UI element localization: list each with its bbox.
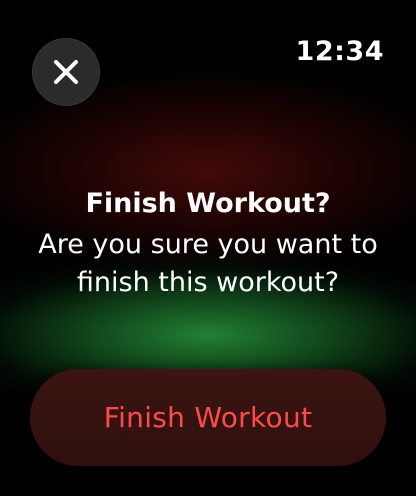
close-icon (54, 60, 78, 84)
status-time: 12:34 (295, 36, 384, 67)
close-button[interactable] (32, 38, 100, 106)
dialog-title: Finish Workout? (85, 188, 331, 219)
confirm-finish-workout-screen: 12:34 Finish Workout? Are you sure you w… (0, 0, 416, 496)
dialog-message: Are you sure you want to finish this wor… (38, 229, 378, 298)
confirmation-dialog: Finish Workout? Are you sure you want to… (0, 186, 416, 302)
finish-workout-label: Finish Workout (103, 401, 313, 434)
finish-workout-button[interactable]: Finish Workout (30, 369, 386, 466)
